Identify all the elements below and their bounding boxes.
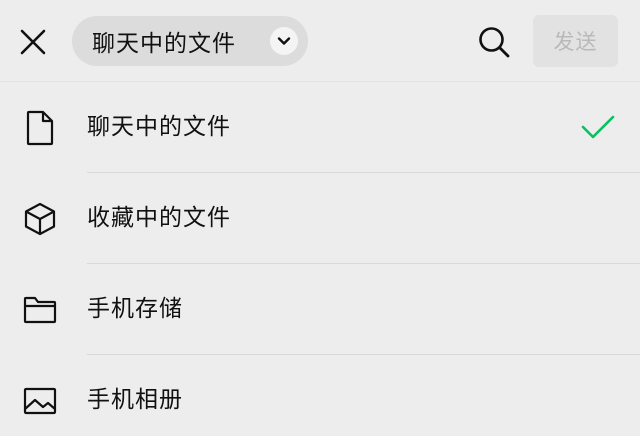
list-item-label: 收藏中的文件 [87, 205, 231, 231]
list-item-phone-storage[interactable]: 手机存储 [0, 264, 640, 355]
file-icon [20, 108, 60, 148]
close-button[interactable] [14, 23, 52, 61]
file-source-picker: 聊天中的文件 发送 聊天中的文件 收藏中的文件 手机存储 手机相册 [0, 0, 640, 436]
cube-icon [20, 199, 60, 239]
list-item-favorite-files[interactable]: 收藏中的文件 [0, 173, 640, 264]
source-selector[interactable]: 聊天中的文件 [72, 16, 308, 66]
list-item-phone-album[interactable]: 手机相册 [0, 355, 640, 436]
search-icon [479, 27, 510, 58]
chevron-down-icon [270, 27, 298, 55]
source-selector-label: 聊天中的文件 [92, 31, 236, 57]
list-item-chat-files[interactable]: 聊天中的文件 [0, 82, 640, 173]
list-item-label: 手机相册 [87, 387, 183, 413]
close-icon [20, 29, 46, 55]
source-list: 聊天中的文件 收藏中的文件 手机存储 手机相册 [0, 82, 640, 436]
top-bar: 聊天中的文件 发送 [0, 0, 640, 82]
list-item-label: 聊天中的文件 [87, 114, 231, 140]
send-button[interactable]: 发送 [533, 15, 618, 67]
folder-icon [20, 290, 60, 330]
list-item-label: 手机存储 [87, 296, 183, 322]
image-icon [20, 381, 60, 421]
search-button[interactable] [474, 22, 514, 62]
checkmark-icon [578, 110, 618, 144]
